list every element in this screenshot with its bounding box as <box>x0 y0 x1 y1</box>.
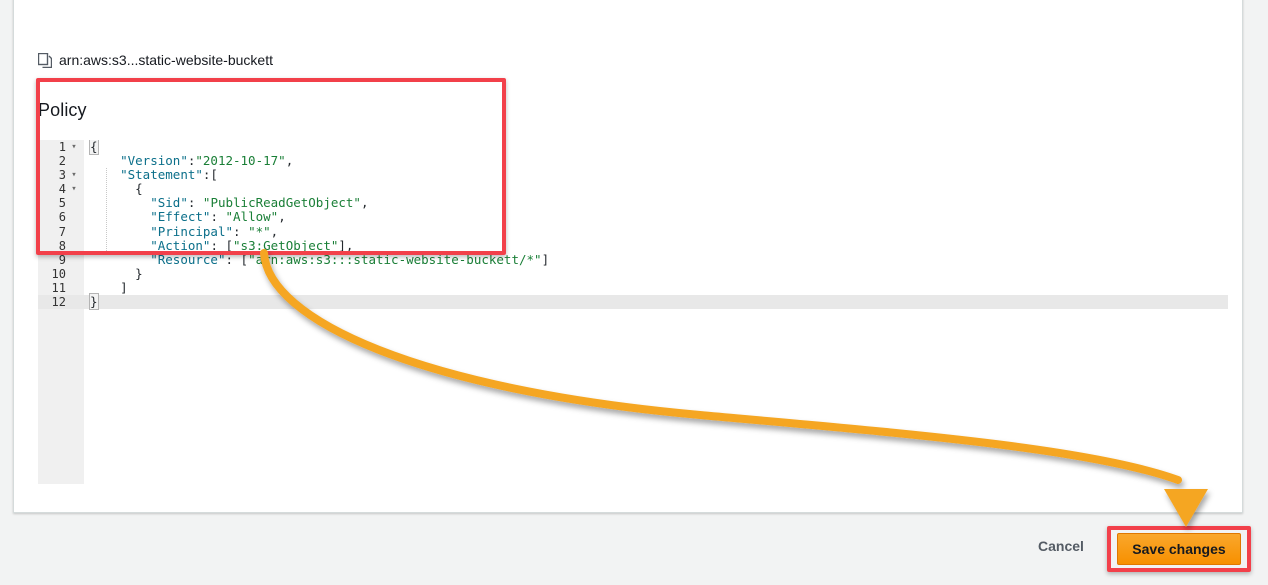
gutter-line[interactable]: 7 <box>38 225 84 239</box>
line-number: 1 <box>58 140 66 154</box>
arn-row: arn:aws:s3...static-website-buckett <box>38 52 273 68</box>
line-number: 12 <box>51 295 66 310</box>
policy-json-editor[interactable]: 1 ▾ 2 3 ▾ 4 ▾ 5 6 7 8 9 10 11 12 { "Version":"2012-10-… <box>38 140 1228 484</box>
code-line[interactable]: { <box>84 182 1228 196</box>
indent-guide <box>106 168 107 254</box>
copy-icon[interactable] <box>38 52 52 68</box>
arn-text: arn:aws:s3...static-website-buckett <box>59 52 273 68</box>
gutter-line[interactable]: 10 <box>38 267 84 281</box>
gutter-line[interactable]: 3 ▾ <box>38 168 84 182</box>
line-number: 8 <box>58 238 66 253</box>
code-line[interactable]: } <box>84 293 1228 311</box>
gutter-line[interactable]: 5 <box>38 196 84 210</box>
fold-arrow-icon[interactable]: ▾ <box>68 182 80 196</box>
code-line[interactable]: "Resource": ["arn:aws:s3:::static-websit… <box>84 252 1228 267</box>
editor-code-area[interactable]: { "Version":"2012-10-17", "Statement":[ … <box>84 140 1228 484</box>
fold-arrow-icon[interactable]: ▾ <box>68 140 80 154</box>
cancel-button[interactable]: Cancel <box>1038 538 1084 554</box>
code-line[interactable]: "Action": ["s3:GetObject"], <box>84 238 1228 253</box>
line-number: 11 <box>51 280 66 295</box>
code-line[interactable]: "Effect": "Allow", <box>84 210 1228 224</box>
fold-arrow-icon[interactable]: ▾ <box>68 168 80 182</box>
gutter-line[interactable]: 8 <box>38 239 84 253</box>
save-changes-button[interactable]: Save changes <box>1117 533 1241 565</box>
line-number: 6 <box>58 210 66 225</box>
gutter-line[interactable]: 2 <box>38 154 84 168</box>
line-number: 5 <box>58 196 66 211</box>
page-title: Policy <box>38 100 87 120</box>
gutter-line[interactable]: 1 ▾ <box>38 140 84 154</box>
gutter-line[interactable]: 9 <box>38 253 84 267</box>
code-line[interactable]: ] <box>84 280 1228 295</box>
line-number: 7 <box>58 224 66 239</box>
screen-root: arn:aws:s3...static-website-buckett Poli… <box>0 0 1268 585</box>
gutter-line[interactable]: 6 <box>38 210 84 224</box>
line-number: 4 <box>58 182 66 197</box>
code-line[interactable]: { <box>84 140 1228 155</box>
gutter-line[interactable]: 11 <box>38 281 84 295</box>
line-number: 10 <box>51 266 66 281</box>
gutter-line[interactable]: 12 <box>38 295 84 310</box>
code-line[interactable]: } <box>84 266 1228 281</box>
code-line[interactable]: "Version":"2012-10-17", <box>84 154 1228 168</box>
code-line[interactable]: "Sid": "PublicReadGetObject", <box>84 196 1228 210</box>
line-number: 3 <box>58 168 66 183</box>
code-line[interactable]: "Principal": "*", <box>84 224 1228 239</box>
code-line[interactable]: "Statement":[ <box>84 168 1228 182</box>
editor-gutter[interactable]: 1 ▾ 2 3 ▾ 4 ▾ 5 6 7 8 9 10 11 12 <box>38 140 84 484</box>
line-number: 9 <box>58 252 66 267</box>
line-number: 2 <box>58 154 66 169</box>
gutter-line[interactable]: 4 ▾ <box>38 182 84 196</box>
